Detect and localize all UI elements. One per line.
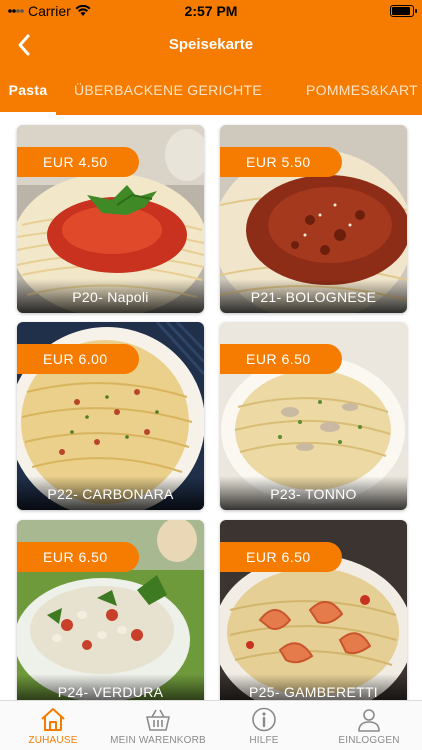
price-badge: EUR 4.50 (17, 147, 139, 177)
tab-ueberbackene-gerichte[interactable]: ÜBERBACKENE GERICHTE (74, 68, 262, 115)
tab-einloggen[interactable]: EINLOGGEN (334, 701, 404, 750)
menu-item-card[interactable]: EUR 4.50 P20- Napoli (17, 125, 204, 313)
dish-name: P24- VERDURA (17, 674, 204, 700)
tab-pommes-kartoffeln[interactable]: POMMES&KART (306, 68, 418, 115)
dish-name: P22- CARBONARA (17, 476, 204, 510)
page-title: Speisekarte (168, 36, 254, 53)
tab-pasta[interactable]: Pasta (0, 68, 56, 115)
dish-name: P21- BOLOGNESE (220, 279, 407, 313)
home-icon (41, 708, 65, 731)
price-badge: EUR 6.50 (220, 542, 342, 572)
menu-item-card[interactable]: EUR 6.00 P22- CARBONARA (17, 322, 204, 510)
battery-icon (390, 5, 417, 17)
dish-name: P20- Napoli (17, 279, 204, 313)
dish-name: P25- GAMBERETTI (220, 674, 407, 700)
menu-item-card[interactable]: EUR 6.50 P25- GAMBERETTI (220, 520, 407, 700)
tab-hilfe-label: HILFE (249, 735, 279, 746)
tab-mein-warenkorb[interactable]: MEIN WARENKORB (108, 701, 208, 750)
bottom-tab-bar: ZUHAUSE MEIN WARENKORB HILFE EINLOGGEN (0, 700, 422, 750)
basket-icon (146, 709, 170, 731)
price-badge: EUR 6.50 (17, 542, 139, 572)
clock: 2:57 PM (184, 3, 238, 19)
tab-mein-warenkorb-label: MEIN WARENKORB (110, 735, 206, 746)
menu-item-card[interactable]: EUR 6.50 P23- TONNO (220, 322, 407, 510)
menu-item-card[interactable]: EUR 6.50 P24- VERDURA (17, 520, 204, 700)
price-badge: EUR 5.50 (220, 147, 342, 177)
price-badge: EUR 6.00 (17, 344, 139, 374)
navigation-bar: Speisekarte (0, 22, 422, 68)
menu-grid: EUR 4.50 P20- Napoli EUR 5.50 P21- BOLOG… (0, 115, 422, 700)
user-icon (358, 709, 380, 732)
tab-hilfe[interactable]: HILFE (236, 701, 292, 750)
price-badge: EUR 6.50 (220, 344, 342, 374)
tab-zuhause-label: ZUHAUSE (28, 735, 78, 746)
category-tabs: Pasta ÜBERBACKENE GERICHTE POMMES&KART (0, 68, 422, 115)
menu-item-card[interactable]: EUR 5.50 P21- BOLOGNESE (220, 125, 407, 313)
status-bar: Carrier 2:57 PM (0, 0, 422, 22)
tab-einloggen-label: EINLOGGEN (338, 735, 400, 746)
tab-zuhause[interactable]: ZUHAUSE (16, 701, 90, 750)
dish-name: P23- TONNO (220, 476, 407, 510)
info-icon (252, 707, 276, 732)
